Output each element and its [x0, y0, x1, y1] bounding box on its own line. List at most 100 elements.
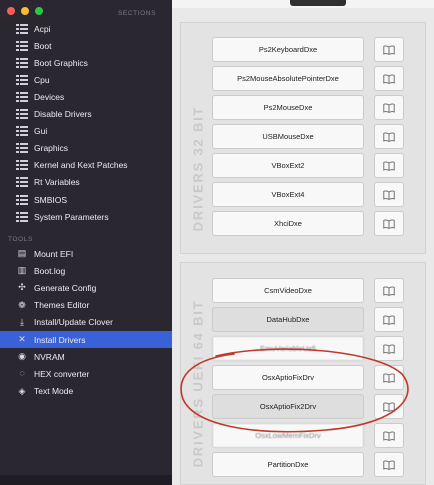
book-icon[interactable] — [374, 124, 404, 149]
sidebar-item-label: Rt Variables — [34, 177, 80, 188]
sidebar-item-boot[interactable]: Boot — [4, 37, 170, 54]
tool-generate-config[interactable]: ✣ Generate Config — [4, 279, 170, 296]
driver-button[interactable]: CsmVideoDxe — [212, 278, 364, 303]
driver-button[interactable]: EmuVariableUefi — [212, 336, 364, 361]
driver-button[interactable]: VBoxExt4 — [212, 182, 364, 207]
list-icon — [16, 57, 28, 68]
sidebar-item-label: Acpi — [34, 23, 51, 34]
driver-row: Ps2MouseAbsolutePointerDxe — [212, 66, 420, 91]
sidebar-item-label: System Parameters — [34, 211, 109, 222]
driver-row: OsxAptioFix2Drv — [212, 394, 420, 419]
tool-label: Install Drivers — [34, 334, 86, 345]
sidebar-item-cpu[interactable]: Cpu — [4, 71, 170, 88]
driver-button[interactable]: Ps2MouseAbsolutePointerDxe — [212, 66, 364, 91]
eye-icon: ◈ — [18, 385, 26, 396]
list-icon — [16, 109, 28, 119]
chip-icon: ◉ — [18, 351, 26, 362]
driver-button[interactable]: OsxAptioFix2Drv — [212, 394, 364, 419]
sections-header: SECTIONS — [118, 10, 157, 17]
driver-button[interactable]: VBoxExt2 — [212, 153, 364, 178]
tool-label: Text Mode — [34, 386, 74, 397]
tool-label: NVRAM — [34, 351, 65, 362]
list-icon — [16, 211, 28, 222]
sidebar: SECTIONS Acpi Boot Boot Graphics Cpu Devices… — [0, 0, 172, 485]
book-icon[interactable] — [374, 394, 404, 419]
driver-button[interactable]: DataHubDxe — [212, 307, 364, 332]
driver-button[interactable]: Ps2KeyboardDxe — [212, 37, 364, 62]
driver-row: VBoxExt4 — [212, 182, 420, 207]
sidebar-item-label: SMBIOS — [34, 194, 68, 205]
top-bar — [172, 0, 434, 8]
tool-nvram[interactable]: ◉ NVRAM — [4, 348, 170, 365]
book-icon[interactable] — [374, 153, 404, 178]
tool-label: Boot.log — [34, 265, 66, 276]
palette-icon: ❁ — [18, 299, 26, 310]
sidebar-item-system-parameters[interactable]: System Parameters — [4, 208, 170, 225]
top-bar-handle — [290, 0, 346, 6]
tool-hex-converter[interactable]: ◌ HEX converter — [4, 365, 170, 382]
sidebar-item-graphics[interactable]: Graphics — [4, 140, 170, 157]
book-icon[interactable] — [374, 95, 404, 120]
driver-row: OsxLowMemFixDrv — [212, 423, 420, 448]
tools-icon: ✕ — [18, 334, 26, 344]
driver-row: Ps2MouseDxe — [212, 95, 420, 120]
book-icon[interactable] — [374, 423, 404, 448]
book-icon[interactable] — [374, 211, 404, 236]
sidebar-item-gui[interactable]: Gui — [4, 123, 170, 140]
book-icon[interactable] — [374, 336, 404, 361]
book-icon[interactable] — [374, 278, 404, 303]
driver-row: OsxAptioFixDrv — [212, 365, 420, 390]
tool-boot-log[interactable]: ▥ Boot.log — [4, 262, 170, 279]
tool-themes-editor[interactable]: ❁ Themes Editor — [4, 297, 170, 314]
tool-text-mode[interactable]: ◈ Text Mode — [4, 383, 170, 400]
driver-button[interactable]: USBMouseDxe — [212, 124, 364, 149]
sidebar-item-kernel-and-kext-patches[interactable]: Kernel and Kext Patches — [4, 157, 170, 174]
tool-label: Install/Update Clover — [34, 317, 113, 328]
book-icon[interactable] — [374, 37, 404, 62]
driver-row: Ps2KeyboardDxe — [212, 37, 420, 62]
sidebar-item-label: Boot — [34, 40, 52, 51]
tool-install-drivers[interactable]: ✕ Install Drivers — [0, 331, 172, 348]
tool-label: Generate Config — [34, 282, 97, 293]
sidebar-item-label: Devices — [34, 91, 65, 102]
driver-button[interactable]: OsxLowMemFixDrv — [212, 423, 364, 448]
list-icon — [16, 194, 28, 205]
close-window-button[interactable] — [7, 7, 15, 15]
book-icon[interactable] — [374, 307, 404, 332]
driver-button[interactable]: PartitionDxe — [212, 452, 364, 477]
sidebar-item-label: Graphics — [34, 143, 69, 154]
book-icon[interactable] — [374, 452, 404, 477]
book-icon[interactable] — [374, 365, 404, 390]
driver-row: XhciDxe — [212, 211, 420, 236]
sidebar-item-label: Cpu — [34, 74, 50, 85]
sidebar-item-label: Disable Drivers — [34, 109, 92, 119]
zoom-window-button[interactable] — [35, 7, 43, 15]
tool-label: Themes Editor — [34, 300, 90, 311]
driver-row: PartitionDxe — [212, 452, 420, 477]
driver-row: CsmVideoDxe — [212, 278, 420, 303]
list-icon — [16, 160, 28, 171]
tool-label: Mount EFI — [34, 248, 74, 259]
sidebar-item-label: Boot Graphics — [34, 57, 88, 68]
driver-button[interactable]: OsxAptioFixDrv — [212, 365, 364, 390]
book-icon[interactable] — [374, 182, 404, 207]
tool-mount-efi[interactable]: ▤ Mount EFI — [4, 245, 170, 262]
sidebar-item-label: Gui — [34, 126, 48, 137]
driver-button[interactable]: XhciDxe — [212, 211, 364, 236]
log-icon: ▥ — [17, 265, 27, 276]
list-icon — [16, 40, 28, 51]
sidebar-item-disable-drivers[interactable]: Disable Drivers — [4, 106, 170, 123]
sidebar-item-devices[interactable]: Devices — [4, 88, 170, 105]
sidebar-item-acpi[interactable]: Acpi — [4, 20, 170, 37]
sidebar-item-smbios[interactable]: SMBIOS — [4, 191, 170, 208]
driver-button[interactable]: Ps2MouseDxe — [212, 95, 364, 120]
book-icon[interactable] — [374, 66, 404, 91]
sidebar-bottom-toolbar — [0, 475, 172, 485]
driver-row: VBoxExt2 — [212, 153, 420, 178]
tools-header: TOOLS — [8, 236, 33, 243]
sidebar-item-rt-variables[interactable]: Rt Variables — [4, 174, 170, 191]
minimize-window-button[interactable] — [21, 7, 29, 15]
sidebar-item-boot-graphics[interactable]: Boot Graphics — [4, 54, 170, 71]
list-icon — [16, 177, 28, 188]
tool-install-update-clover[interactable]: ⤓ Install/Update Clover — [4, 314, 170, 331]
